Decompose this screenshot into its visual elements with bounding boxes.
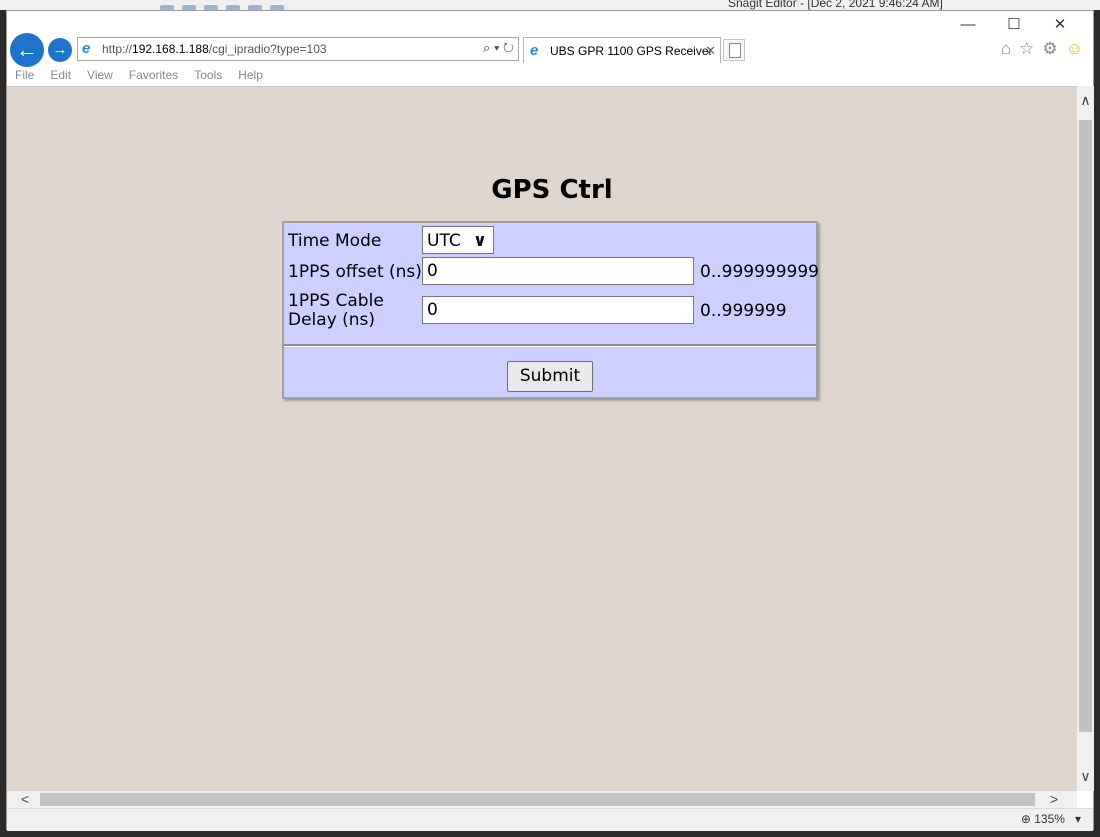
zoom-level: 135% xyxy=(1034,812,1065,826)
menu-tools[interactable]: Tools xyxy=(194,66,222,86)
vertical-scroll-thumb[interactable] xyxy=(1079,120,1092,732)
refresh-icon[interactable]: ↻ xyxy=(503,40,514,55)
home-icon[interactable]: ⌂ xyxy=(1001,39,1011,59)
ie-tab-icon: e xyxy=(530,42,539,59)
menu-file[interactable]: File xyxy=(15,66,34,86)
background-strip: Snagit Editor - [Dec 2, 2021 9:46:24 AM] xyxy=(0,0,1100,13)
zoom-control[interactable]: ⊕ 135% ▾ xyxy=(1021,812,1081,826)
forward-arrow-icon: → xyxy=(52,41,68,58)
dropdown-icon[interactable]: ▾ xyxy=(494,40,499,55)
menu-bar: File Edit View Favorites Tools Help xyxy=(7,66,1093,86)
vertical-scrollbar[interactable]: ∧ ∨ xyxy=(1077,86,1094,791)
chevron-down-icon: ∨ xyxy=(473,231,487,251)
ie-page-icon: e xyxy=(82,40,91,57)
scroll-right-icon[interactable]: > xyxy=(1050,791,1058,807)
page-title: GPS Ctrl xyxy=(491,175,613,205)
pps-offset-input[interactable]: 0 xyxy=(422,257,694,285)
favorites-star-icon[interactable]: ☆ xyxy=(1019,39,1034,59)
menu-help[interactable]: Help xyxy=(238,66,263,86)
background-window-title: Snagit Editor - [Dec 2, 2021 9:46:24 AM] xyxy=(728,0,943,10)
horizontal-scrollbar[interactable]: < > xyxy=(7,791,1077,808)
pps-offset-label: 1PPS offset (ns) xyxy=(288,262,422,282)
forward-button[interactable]: → xyxy=(48,38,72,62)
address-bar[interactable]: e http://192.168.1.188/cgi_ipradio?type=… xyxy=(77,37,519,61)
browser-tool-icons: ⌂ ☆ ⚙ ☺ xyxy=(1001,39,1083,59)
feedback-smiley-icon[interactable]: ☺ xyxy=(1066,39,1083,59)
settings-gear-icon[interactable]: ⚙ xyxy=(1042,39,1057,59)
back-arrow-icon: ← xyxy=(16,37,38,62)
form-divider xyxy=(284,344,816,347)
time-mode-value: UTC xyxy=(427,231,461,251)
time-mode-select[interactable]: UTC ∨ xyxy=(422,226,494,254)
new-tab-icon xyxy=(729,43,741,58)
cable-delay-label-line1: 1PPS Cable xyxy=(288,291,384,311)
pps-offset-range: 0..999999999 xyxy=(700,262,819,282)
cable-delay-input[interactable]: 0 xyxy=(422,296,694,324)
scroll-down-icon[interactable]: ∨ xyxy=(1079,768,1092,785)
menu-view[interactable]: View xyxy=(87,66,113,86)
scroll-up-icon[interactable]: ∧ xyxy=(1079,92,1092,109)
zoom-icon: ⊕ xyxy=(1020,812,1031,826)
browser-window: — ☐ ✕ ← → e http://192.168.1.188/cgi_ipr… xyxy=(6,10,1094,831)
search-icon[interactable]: ⌕ xyxy=(483,40,490,55)
new-tab-button[interactable] xyxy=(723,39,745,61)
background-toolbar-icons xyxy=(160,0,340,13)
address-url[interactable]: http://192.168.1.188/cgi_ipradio?type=10… xyxy=(102,42,327,56)
tab-close-icon[interactable]: ✕ xyxy=(705,43,716,59)
browser-tab[interactable]: e UBS GPR 1100 GPS Receiver ✕ xyxy=(523,37,721,63)
submit-button[interactable]: Submit xyxy=(507,361,593,392)
menu-edit[interactable]: Edit xyxy=(50,66,71,86)
cable-delay-range: 0..999999 xyxy=(700,301,787,321)
cable-delay-label-line2: Delay (ns) xyxy=(288,310,376,330)
address-tools: ⌕ ▾ ↻ xyxy=(483,40,514,56)
navigation-bar: ← → e http://192.168.1.188/cgi_ipradio?t… xyxy=(7,33,1093,67)
page-content: GPS Ctrl Time Mode UTC ∨ 1PPS offset (ns… xyxy=(7,86,1077,792)
horizontal-scroll-thumb[interactable] xyxy=(40,793,1035,806)
scroll-left-icon[interactable]: < xyxy=(21,791,29,807)
zoom-dropdown-icon: ▾ xyxy=(1068,812,1081,826)
tab-title: UBS GPR 1100 GPS Receiver xyxy=(550,44,713,58)
menu-favorites[interactable]: Favorites xyxy=(129,66,178,86)
status-bar: ⊕ 135% ▾ xyxy=(7,808,1093,831)
back-button[interactable]: ← xyxy=(10,33,44,67)
gps-ctrl-form: Time Mode UTC ∨ 1PPS offset (ns) 0 0..99… xyxy=(282,221,819,399)
time-mode-label: Time Mode xyxy=(288,231,382,251)
